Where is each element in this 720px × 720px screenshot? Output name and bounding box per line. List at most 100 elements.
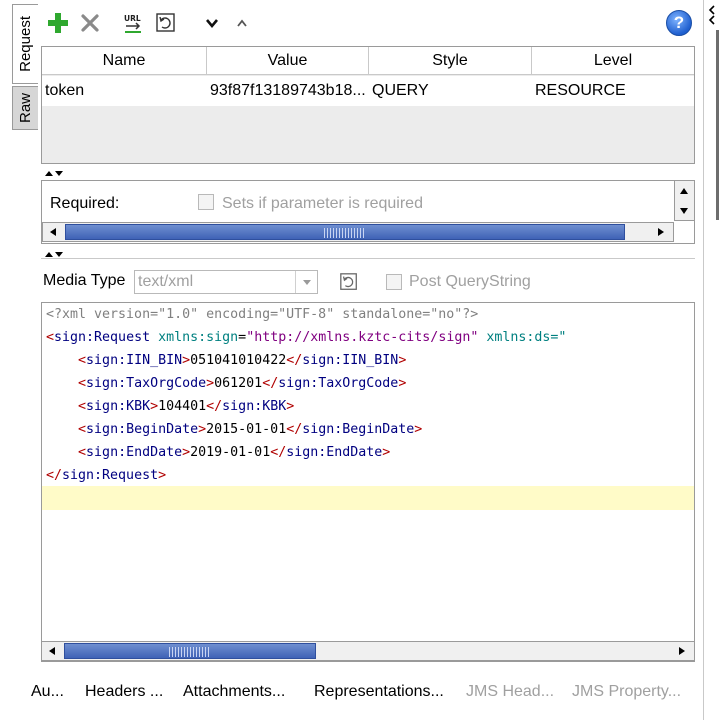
post-querystring-checkbox[interactable] [386, 274, 402, 290]
element-open-tag: sign:EndDate [86, 445, 183, 460]
element-value: 2019-01-01 [190, 445, 271, 460]
grip-icon [324, 228, 364, 238]
arrow-right-icon [679, 647, 685, 655]
column-header-level[interactable]: Level [532, 47, 694, 75]
tab-auth[interactable]: Au... [31, 683, 64, 701]
chevron-double-icon [708, 5, 715, 25]
params-table: Name Value Style Level token 93f87f13189… [41, 46, 695, 164]
divider [41, 258, 695, 259]
arrow-up-icon [680, 188, 688, 194]
arrow-left-icon [49, 647, 55, 655]
scroll-left-button[interactable] [42, 642, 62, 660]
scroll-up-button[interactable] [675, 183, 693, 199]
tab-raw-label: Raw [17, 92, 34, 123]
xml-element-line: <sign:KBK>104401</sign:KBK> [78, 399, 295, 414]
xml-declaration: <?xml version="1.0" encoding="UTF-8" sta… [46, 307, 479, 322]
params-toolbar: URL ? [44, 6, 704, 40]
panel-splitter-bar[interactable] [716, 30, 719, 220]
extract-params-button[interactable] [154, 10, 178, 36]
xml-editor[interactable]: <?xml version="1.0" encoding="UTF-8" sta… [41, 302, 695, 662]
cell-name[interactable]: token [42, 76, 207, 106]
tab-attachments[interactable]: Attachments... [183, 683, 285, 701]
cell-level[interactable]: RESOURCE [532, 76, 694, 106]
root-open-tag: sign:Request [54, 330, 151, 345]
element-close-tag: sign:IIN_BIN [302, 353, 399, 368]
required-checkbox-label: Sets if parameter is required [222, 195, 423, 212]
move-down-button[interactable] [202, 10, 222, 36]
column-header-style[interactable]: Style [369, 47, 532, 75]
xml-element-line: <sign:IIN_BIN>051041010422</sign:IIN_BIN… [78, 353, 407, 368]
xml-root-close-line: </sign:Request> [46, 468, 167, 483]
refresh-media-button[interactable] [338, 271, 360, 293]
tab-request[interactable]: Request [12, 4, 38, 84]
scroll-down-button[interactable] [675, 203, 693, 219]
extract-params-icon [156, 13, 175, 32]
chevron-down-icon [302, 279, 311, 285]
x-icon [81, 14, 99, 32]
scroll-thumb[interactable] [65, 224, 625, 240]
details-horizontal-scrollbar[interactable] [42, 222, 674, 242]
xml-element-line: <sign:BeginDate>2015-01-01</sign:BeginDa… [78, 422, 423, 437]
media-type-value: text/xml [138, 273, 194, 290]
element-value: 051041010422 [190, 353, 287, 368]
cell-style[interactable]: QUERY [369, 76, 532, 106]
xml-root-open-line: <sign:Request xmlns:sign="http://xmlns.k… [46, 330, 567, 345]
tab-representations[interactable]: Representations... [314, 683, 444, 701]
editor-horizontal-scrollbar[interactable] [42, 641, 694, 661]
arrow-left-icon [50, 228, 56, 236]
chevron-down-icon [206, 19, 218, 29]
root-attr1-name: xmlns:sign [158, 330, 239, 345]
media-type-select[interactable]: text/xml [134, 270, 318, 294]
element-value: 061201 [214, 376, 263, 391]
required-checkbox[interactable] [198, 194, 214, 210]
panel-collapse-button[interactable] [706, 4, 718, 26]
help-button[interactable]: ? [666, 10, 692, 36]
element-close-tag: sign:BeginDate [302, 422, 415, 437]
splitter-toggle-2[interactable] [44, 246, 74, 258]
tab-raw[interactable]: Raw [12, 86, 38, 130]
element-value: 2015-01-01 [206, 422, 287, 437]
details-vertical-scrollbar[interactable] [674, 181, 694, 221]
right-panel-edge [703, 0, 720, 720]
current-line-highlight [42, 486, 694, 510]
tab-headers[interactable]: Headers ... [85, 683, 163, 701]
remove-param-button[interactable] [78, 10, 102, 36]
scroll-left-button[interactable] [43, 223, 63, 241]
element-close-tag: sign:TaxOrgCode [278, 376, 399, 391]
param-details-panel: Required: Sets if parameter is required [41, 180, 695, 244]
element-open-tag: sign:IIN_BIN [86, 353, 183, 368]
scroll-right-button[interactable] [672, 642, 692, 660]
splitter-toggle-1[interactable] [44, 165, 74, 177]
arrow-right-icon [658, 228, 664, 236]
extract-params-icon [340, 273, 357, 290]
xml-element-line: <sign:TaxOrgCode>061201</sign:TaxOrgCode… [78, 376, 407, 391]
tab-request-label: Request [17, 16, 34, 72]
arrow-down-icon [680, 208, 688, 214]
root-close-tag: sign:Request [62, 468, 159, 483]
scroll-right-button[interactable] [651, 223, 671, 241]
bottom-tabs: Au... Headers ... Attachments... Represe… [0, 683, 720, 709]
tab-jms-headers[interactable]: JMS Head... [466, 683, 554, 701]
url-encode-button[interactable]: URL [122, 10, 146, 36]
column-header-value[interactable]: Value [207, 47, 369, 75]
scroll-thumb[interactable] [64, 643, 316, 659]
root-attr1-value: "http://xmlns.kztc-cits/sign" [246, 330, 479, 345]
required-label: Required: [50, 195, 120, 212]
collapse-arrows-icon [45, 171, 63, 176]
cell-value[interactable]: 93f87f13189743b18... [207, 76, 369, 106]
post-querystring-label: Post QueryString [409, 273, 531, 290]
root-attr2-name: xmlns:ds=" [486, 330, 567, 345]
table-row[interactable]: token 93f87f13189743b18... QUERY RESOURC… [42, 76, 694, 106]
add-param-button[interactable] [46, 10, 70, 36]
element-close-tag: sign:EndDate [286, 445, 383, 460]
xml-element-line: <sign:EndDate>2019-01-01</sign:EndDate> [78, 445, 391, 460]
media-type-dropdown-button[interactable] [295, 271, 317, 293]
help-icon: ? [673, 13, 685, 32]
move-up-button[interactable] [232, 10, 252, 36]
media-type-label: Media Type [43, 272, 126, 289]
table-header: Name Value Style Level [42, 47, 694, 75]
element-close-tag: sign:KBK [222, 399, 287, 414]
column-header-name[interactable]: Name [42, 47, 207, 75]
element-open-tag: sign:TaxOrgCode [86, 376, 207, 391]
tab-jms-property[interactable]: JMS Property... [572, 683, 681, 701]
